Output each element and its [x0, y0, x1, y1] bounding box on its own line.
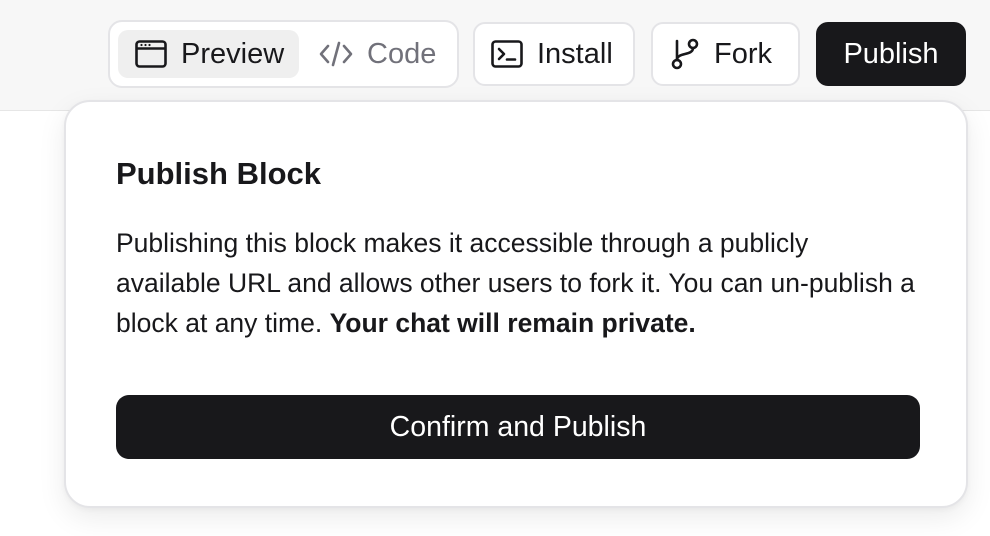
top-toolbar: Preview Code Install Fork Publish	[0, 0, 990, 111]
publish-button[interactable]: Publish	[816, 22, 966, 86]
install-button[interactable]: Install	[473, 22, 635, 86]
git-fork-icon	[670, 38, 700, 70]
view-toggle: Preview Code	[108, 20, 459, 88]
popover-description: Publishing this block makes it accessibl…	[116, 223, 916, 343]
popover-title: Publish Block	[116, 156, 321, 191]
publish-popover: Publish Block Publishing this block make…	[64, 100, 968, 508]
preview-tab[interactable]: Preview	[118, 30, 299, 78]
fork-button[interactable]: Fork	[651, 22, 800, 86]
fork-button-label: Fork	[714, 37, 772, 70]
popover-description-emphasis: Your chat will remain private.	[329, 308, 696, 338]
install-button-label: Install	[537, 37, 613, 70]
publish-button-label: Publish	[843, 37, 939, 70]
confirm-publish-button[interactable]: Confirm and Publish	[116, 395, 920, 459]
browser-window-icon	[135, 40, 167, 68]
code-brackets-icon	[319, 40, 353, 68]
code-tab[interactable]: Code	[306, 30, 452, 78]
preview-tab-label: Preview	[181, 37, 285, 70]
terminal-icon	[491, 40, 523, 68]
confirm-publish-label: Confirm and Publish	[389, 410, 647, 443]
code-tab-label: Code	[367, 37, 437, 70]
